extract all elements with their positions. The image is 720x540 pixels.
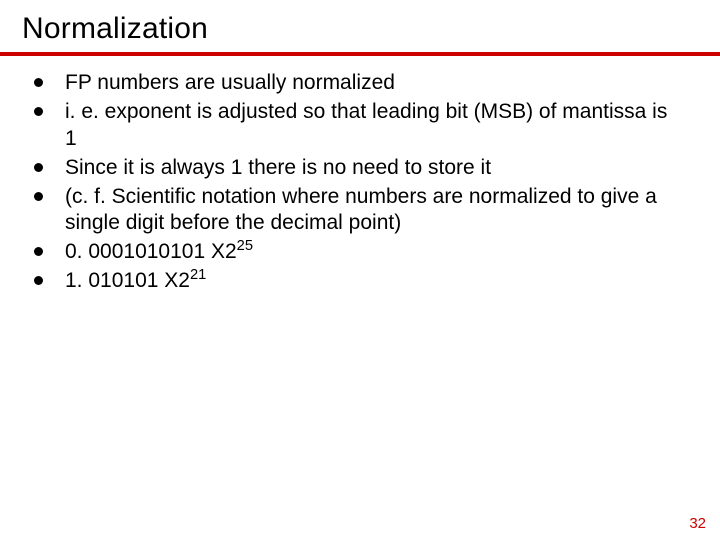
bullet-icon xyxy=(34,107,43,116)
bullet-text: (c. f. Scientific notation where numbers… xyxy=(65,184,680,238)
bullet-icon xyxy=(34,192,43,201)
list-item: (c. f. Scientific notation where numbers… xyxy=(34,184,680,238)
slide: Normalization FP numbers are usually nor… xyxy=(0,0,720,540)
bullet-icon xyxy=(34,78,43,87)
list-item: 1. 010101 X221 xyxy=(34,268,680,295)
bullet-list: FP numbers are usually normalized i. e. … xyxy=(0,56,720,295)
bullet-icon xyxy=(34,163,43,172)
list-item: i. e. exponent is adjusted so that leadi… xyxy=(34,99,680,153)
bullet-text: 0. 0001010101 X225 xyxy=(65,239,253,266)
bullet-icon xyxy=(34,276,43,285)
bullet-text: i. e. exponent is adjusted so that leadi… xyxy=(65,99,680,153)
math-base: 1. 010101 X2 xyxy=(65,269,190,292)
bullet-text: 1. 010101 X221 xyxy=(65,268,206,295)
slide-title: Normalization xyxy=(0,0,720,50)
math-base: 0. 0001010101 X2 xyxy=(65,240,237,263)
bullet-icon xyxy=(34,247,43,256)
math-exponent: 25 xyxy=(237,238,253,254)
page-number: 32 xyxy=(689,515,706,532)
list-item: 0. 0001010101 X225 xyxy=(34,239,680,266)
math-exponent: 21 xyxy=(190,267,206,283)
bullet-text: Since it is always 1 there is no need to… xyxy=(65,155,491,182)
list-item: FP numbers are usually normalized xyxy=(34,70,680,97)
bullet-text: FP numbers are usually normalized xyxy=(65,70,395,97)
list-item: Since it is always 1 there is no need to… xyxy=(34,155,680,182)
